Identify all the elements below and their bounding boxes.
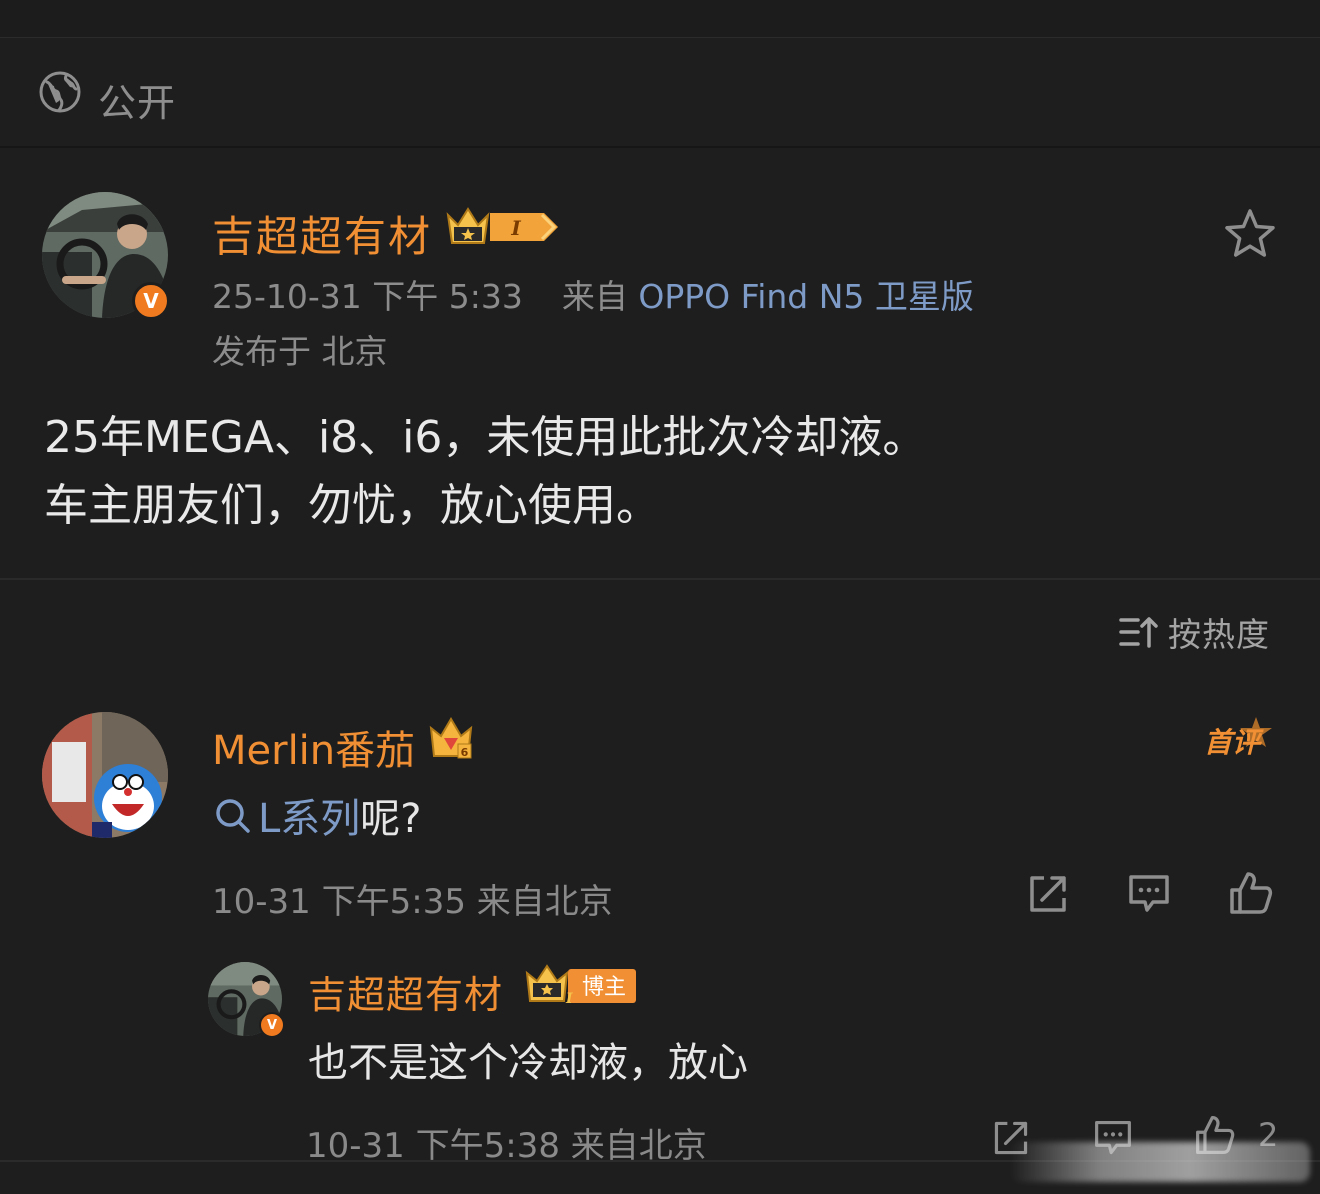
- comment-author-name[interactable]: Merlin番茄: [212, 718, 415, 776]
- comment-body-suffix: 呢?: [360, 796, 422, 842]
- comment-meta: 10-31 下午5:35 来自北京: [212, 882, 613, 922]
- post-location: 发布于 北京: [212, 332, 388, 371]
- verified-badge: V: [259, 1012, 285, 1038]
- post-date: 25-10-31 下午 5:33: [212, 277, 523, 316]
- sort-toggle[interactable]: 按热度: [1118, 612, 1270, 654]
- reply-author-name[interactable]: 吉超超有材: [308, 964, 503, 1019]
- svg-text:博主: 博主: [582, 975, 626, 1000]
- share-icon[interactable]: [1026, 872, 1070, 916]
- globe-icon: [39, 71, 81, 113]
- comment-avatar[interactable]: [42, 712, 168, 838]
- visibility-row: [0, 38, 1320, 148]
- visibility-label[interactable]: 公开: [98, 72, 176, 127]
- first-comment-badge: 首评: [1204, 717, 1272, 759]
- post-body-line-1: 25年MEGA、i8、i6，未使用此批次冷却液。: [44, 412, 927, 463]
- verified-badge: V: [132, 282, 170, 320]
- crown-level-icon: 6: [429, 717, 473, 759]
- reply-body: 也不是这个冷却液，放心: [308, 1040, 748, 1086]
- sort-icon: [1119, 617, 1158, 648]
- comments-section: [0, 582, 1320, 1194]
- watermark-overlay: [1010, 1142, 1310, 1182]
- post-body: 25年MEGA、i8、i6，未使用此批次冷却液。 车主朋友们，勿忧，放心使用。: [44, 404, 926, 540]
- search-icon: [216, 799, 250, 833]
- post-source-device[interactable]: OPPO Find N5 卫星版: [638, 277, 974, 316]
- svg-text:首评: 首评: [1204, 726, 1264, 759]
- post-author-name[interactable]: 吉超超有材: [212, 203, 432, 264]
- star-icon[interactable]: [1222, 206, 1278, 262]
- comment-body: L系列 呢?: [214, 786, 422, 844]
- post-source-prefix: 来自: [561, 277, 628, 316]
- comment-search-link[interactable]: L系列: [258, 786, 360, 844]
- level-text: I: [510, 216, 521, 240]
- top-strip: [0, 0, 1320, 38]
- sort-label: 按热度: [1168, 615, 1270, 654]
- like-icon[interactable]: [1228, 870, 1274, 916]
- svg-text:6: 6: [461, 746, 469, 759]
- author-tag-badge: I 博主: [525, 964, 636, 1007]
- svg-text:I: I: [565, 991, 573, 1007]
- post-meta: 25-10-31 下午 5:33 来自 OPPO Find N5 卫星版: [212, 270, 974, 318]
- crown-level-badge: I: [446, 207, 558, 244]
- comment-icon[interactable]: [1126, 872, 1172, 916]
- post-body-line-2: 车主朋友们，勿忧，放心使用。: [44, 480, 660, 531]
